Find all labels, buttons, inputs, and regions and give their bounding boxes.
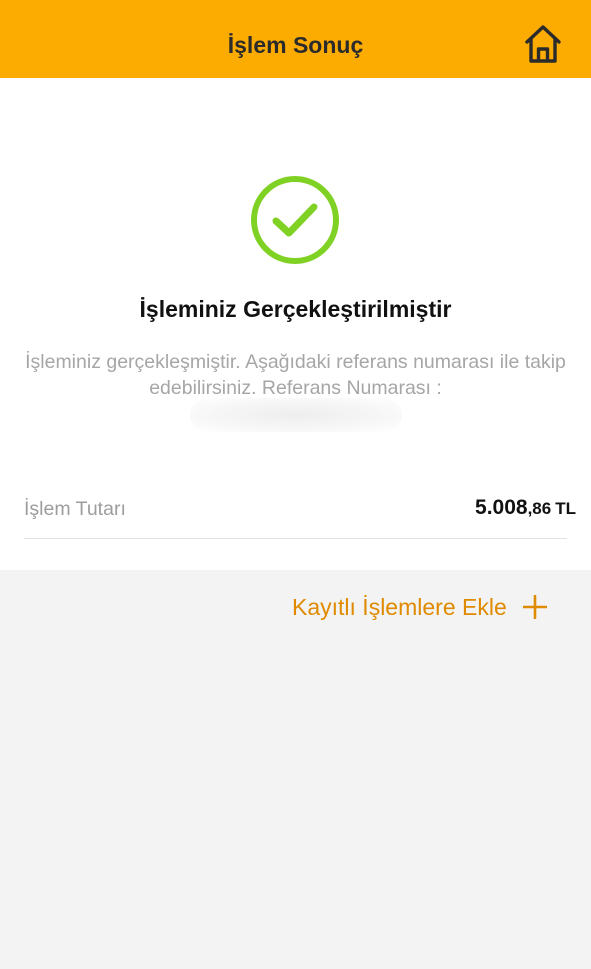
- amount-integer: 5.008: [475, 496, 528, 519]
- amount-label: İşlem Tutarı: [24, 498, 126, 520]
- amount-decimal: ,86: [527, 499, 552, 518]
- result-title: İşleminiz Gerçekleştirilmiştir: [139, 296, 452, 322]
- amount-row: İşlem Tutarı 5.008,86 TL: [24, 488, 576, 539]
- add-to-saved-transactions-button[interactable]: Kayıtlı İşlemlere Ekle: [292, 590, 547, 624]
- home-button[interactable]: [520, 22, 566, 68]
- save-label: Kayıtlı İşlemlere Ekle: [292, 593, 507, 620]
- amount-value: 5.008,86 TL: [475, 496, 576, 520]
- check-circle-icon: [251, 176, 339, 264]
- plus-icon: [522, 595, 547, 619]
- page-title: İşlem Sonuç: [227, 32, 364, 58]
- app-header: İşlem Sonuç: [0, 0, 591, 78]
- amount-currency: TL: [555, 499, 576, 518]
- result-description: İşleminiz gerçekleşmiştir. Aşağıdaki ref…: [25, 351, 566, 399]
- home-icon: [525, 25, 561, 63]
- reference-number-redacted: [190, 398, 402, 432]
- result-card: İşleminiz Gerçekleştirilmiştir İşleminiz…: [0, 78, 591, 570]
